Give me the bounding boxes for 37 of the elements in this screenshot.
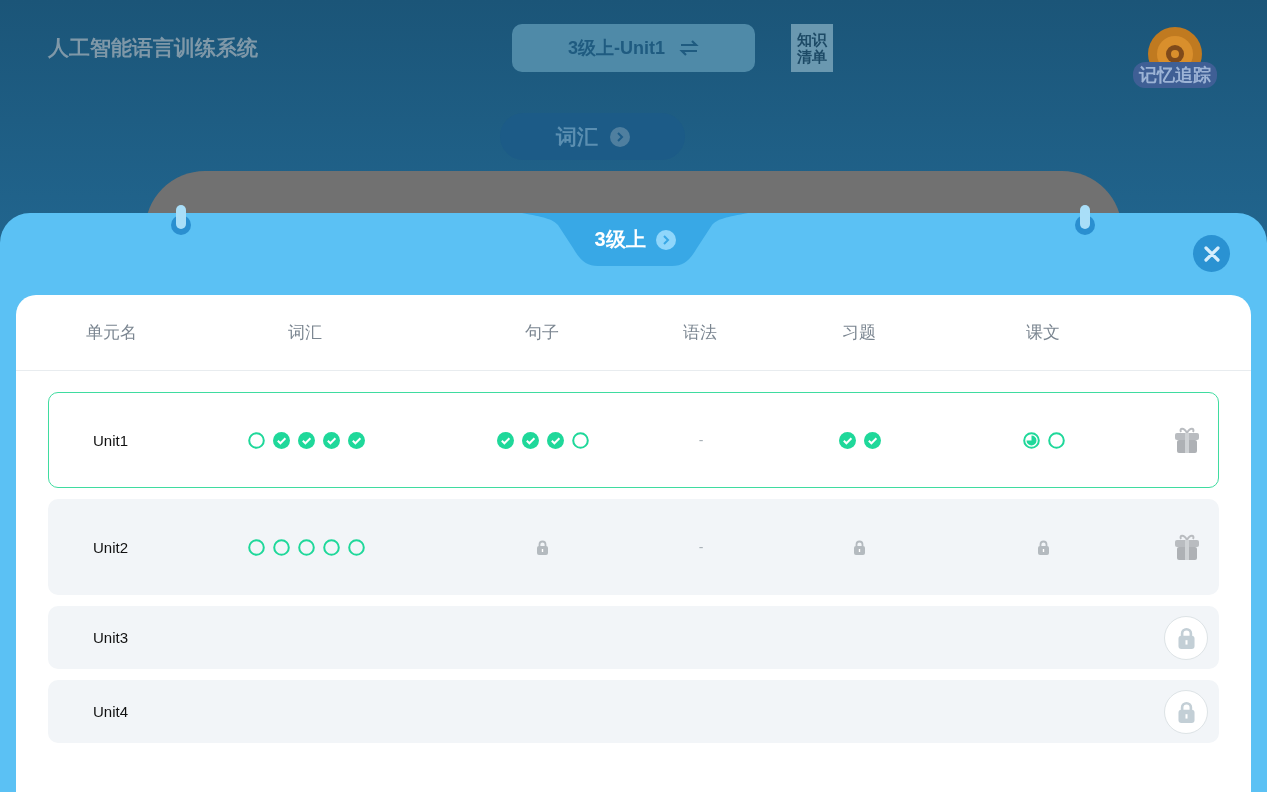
column-header: 语法 <box>682 322 718 344</box>
lock-icon <box>536 539 549 555</box>
memory-tracking-button[interactable]: 记忆追踪 <box>1133 24 1217 88</box>
chevron-icon <box>655 229 676 250</box>
chevron-icon <box>609 126 630 147</box>
dash-text: - <box>698 539 704 555</box>
dash-text: - <box>698 432 704 448</box>
column-header: 词汇 <box>287 322 323 344</box>
lock-icon <box>1176 700 1196 723</box>
lock-icon <box>1037 539 1050 555</box>
level-tab[interactable]: 3级上 <box>522 213 748 266</box>
unit-row[interactable]: Unit1 - <box>48 392 1219 488</box>
unit-row[interactable]: Unit3 <box>48 606 1219 669</box>
column-header: 习题 <box>840 322 877 344</box>
unit-name: Unit3 <box>92 629 130 646</box>
lock-icon <box>1176 626 1196 649</box>
lock-button[interactable] <box>1164 615 1208 660</box>
category-button[interactable]: 词汇 <box>500 113 685 160</box>
pin-icon <box>1075 205 1095 237</box>
close-icon <box>1203 245 1220 262</box>
pin-icon <box>171 205 191 237</box>
gift-icon[interactable] <box>1172 425 1202 455</box>
lock-button[interactable] <box>1164 689 1208 734</box>
column-header: 句子 <box>523 322 560 344</box>
lock-icon <box>853 539 866 555</box>
unit-name: Unit4 <box>92 703 130 720</box>
column-header: 单元名 <box>85 322 138 344</box>
column-header: 课文 <box>1024 322 1061 344</box>
app-title: 人工智能语言训练系统 <box>48 35 259 61</box>
unit-name: Unit1 <box>92 431 130 449</box>
close-button[interactable] <box>1193 235 1230 272</box>
unit-row[interactable]: Unit4 <box>48 680 1219 743</box>
unit-name: Unit2 <box>92 538 130 556</box>
swap-icon <box>679 40 699 56</box>
knowledge-list-button[interactable]: 知识 清单 <box>791 24 833 72</box>
gift-icon[interactable] <box>1172 532 1202 562</box>
unit-row[interactable]: Unit2 - <box>48 499 1219 595</box>
